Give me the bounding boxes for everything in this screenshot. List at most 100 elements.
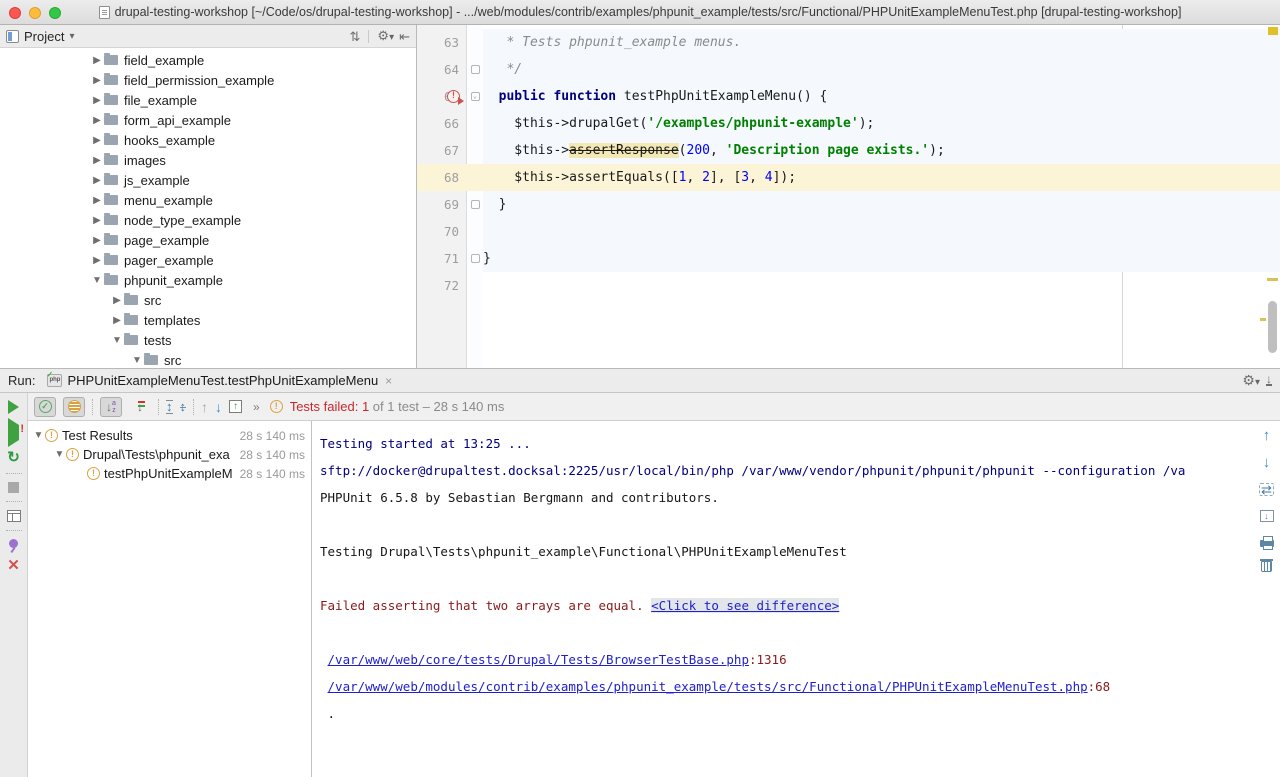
chevron-down-icon[interactable]: ▼ bbox=[32, 430, 45, 441]
chevron-right-icon[interactable]: ▶ bbox=[90, 135, 104, 146]
test-result-row[interactable]: !testPhpUnitExampleM28 s 140 ms bbox=[28, 464, 311, 483]
tree-item-js_example[interactable]: ▶js_example bbox=[0, 170, 416, 190]
test-failed-gutter-icon[interactable]: ! bbox=[447, 90, 460, 103]
previous-occurrence-icon[interactable]: ↑ bbox=[1263, 429, 1271, 442]
zoom-window-button[interactable] bbox=[49, 7, 61, 19]
chevron-right-icon[interactable]: ▶ bbox=[90, 175, 104, 186]
editor-line-70[interactable]: 70 bbox=[417, 218, 1280, 245]
rerun-button[interactable] bbox=[8, 400, 19, 414]
fold-end-icon[interactable] bbox=[471, 65, 480, 74]
warning-stripe-mark[interactable] bbox=[1267, 278, 1278, 281]
more-actions-icon[interactable]: » bbox=[253, 400, 259, 414]
test-console[interactable]: Testing started at 13:25 ...sftp://docke… bbox=[312, 421, 1253, 777]
inspection-indicator-icon[interactable] bbox=[1268, 27, 1278, 35]
show-ignored-toggle[interactable] bbox=[63, 397, 85, 417]
editor-line-64[interactable]: 64 */ bbox=[417, 56, 1280, 83]
tree-item-file_example[interactable]: ▶file_example bbox=[0, 90, 416, 110]
chevron-right-icon[interactable]: ▶ bbox=[90, 255, 104, 266]
editor-scrollbar-thumb[interactable] bbox=[1268, 301, 1277, 353]
print-icon[interactable] bbox=[1260, 540, 1274, 547]
toggle-auto-test-icon[interactable]: ↻ bbox=[7, 451, 20, 465]
import-test-results-icon[interactable]: ↑ bbox=[229, 400, 242, 413]
collapse-all-icon[interactable]: ⇅ bbox=[350, 30, 361, 43]
console-line: /var/www/web/modules/contrib/examples/ph… bbox=[320, 673, 1253, 700]
rerun-failed-tests-button[interactable]: ! bbox=[8, 425, 19, 440]
gear-icon[interactable]: ⚙▾ bbox=[377, 29, 394, 44]
chevron-down-icon[interactable]: ▼ bbox=[90, 275, 104, 286]
minimize-window-button[interactable] bbox=[29, 7, 41, 19]
tree-item-form_api_example[interactable]: ▶form_api_example bbox=[0, 110, 416, 130]
close-tab-icon[interactable]: × bbox=[385, 374, 392, 388]
editor-line-72[interactable]: 72 bbox=[417, 272, 1280, 299]
console-link[interactable]: /var/www/web/core/tests/Drupal/Tests/Bro… bbox=[328, 652, 749, 667]
tree-item-templates[interactable]: ▶templates bbox=[0, 310, 416, 330]
chevron-right-icon[interactable]: ▶ bbox=[90, 115, 104, 126]
chevron-right-icon[interactable]: ▶ bbox=[90, 235, 104, 246]
close-panel-icon[interactable]: ✕ bbox=[7, 559, 20, 572]
soft-wrap-icon[interactable]: ⇄ bbox=[1259, 483, 1274, 496]
restore-layout-icon[interactable] bbox=[7, 510, 21, 522]
sort-by-duration-toggle[interactable]: ↓ bbox=[129, 397, 151, 417]
editor-line-68[interactable]: 68 $this->assertEquals([1, 2], [3, 4]); bbox=[417, 164, 1280, 191]
tree-item-phpunit_example[interactable]: ▼phpunit_example bbox=[0, 270, 416, 290]
chevron-right-icon[interactable]: ▶ bbox=[90, 75, 104, 86]
chevron-down-icon[interactable]: ▼ bbox=[110, 335, 124, 346]
tree-item-label: src bbox=[164, 353, 181, 368]
run-tab[interactable]: php PHPUnitExampleMenuTest.testPhpUnitEx… bbox=[41, 371, 398, 390]
test-failed-icon: ! bbox=[45, 429, 58, 442]
macos-traffic-lights[interactable] bbox=[9, 7, 61, 19]
editor-line-65[interactable]: 65!⌄ public function testPhpUnitExampleM… bbox=[417, 83, 1280, 110]
tree-item-field_example[interactable]: ▶field_example bbox=[0, 50, 416, 70]
test-result-row[interactable]: ▼!Drupal\Tests\phpunit_exa28 s 140 ms bbox=[28, 445, 311, 464]
editor-line-67[interactable]: 67 $this->assertResponse(200, 'Descripti… bbox=[417, 137, 1280, 164]
tree-item-src[interactable]: ▶src bbox=[0, 290, 416, 310]
editor-line-63[interactable]: 63 * Tests phpunit_example menus. bbox=[417, 29, 1280, 56]
fold-end-icon[interactable] bbox=[471, 254, 480, 263]
tree-item-images[interactable]: ▶images bbox=[0, 150, 416, 170]
show-passed-toggle[interactable]: ✓ bbox=[34, 397, 56, 417]
tree-item-hooks_example[interactable]: ▶hooks_example bbox=[0, 130, 416, 150]
console-link[interactable]: /var/www/web/modules/contrib/examples/ph… bbox=[328, 679, 1088, 694]
chevron-right-icon[interactable]: ▶ bbox=[90, 195, 104, 206]
project-view-dropdown[interactable]: ▾ bbox=[69, 31, 74, 42]
tree-item-node_type_example[interactable]: ▶node_type_example bbox=[0, 210, 416, 230]
console-line: /var/www/web/core/tests/Drupal/Tests/Bro… bbox=[320, 646, 1253, 673]
close-window-button[interactable] bbox=[9, 7, 21, 19]
chevron-right-icon[interactable]: ▶ bbox=[90, 55, 104, 66]
editor-line-66[interactable]: 66 $this->drupalGet('/examples/phpunit-e… bbox=[417, 110, 1280, 137]
tree-item-page_example[interactable]: ▶page_example bbox=[0, 230, 416, 250]
previous-failed-test-icon[interactable]: ↑ bbox=[201, 399, 208, 415]
pin-tab-icon[interactable] bbox=[9, 539, 18, 548]
next-failed-test-icon[interactable]: ↓ bbox=[215, 399, 222, 415]
test-result-row[interactable]: ▼!Test Results28 s 140 ms bbox=[28, 426, 311, 445]
clear-all-icon[interactable] bbox=[1261, 561, 1272, 572]
minimize-panel-icon[interactable]: ↓ bbox=[1266, 375, 1272, 386]
run-settings-gear-icon[interactable]: ⚙▾ bbox=[1242, 372, 1260, 389]
editor-line-71[interactable]: 71} bbox=[417, 245, 1280, 272]
chevron-right-icon[interactable]: ▶ bbox=[110, 295, 124, 306]
chevron-down-icon[interactable]: ▼ bbox=[130, 355, 144, 366]
sort-alphabetically-toggle[interactable]: ↓az bbox=[100, 397, 122, 417]
scroll-to-end-icon[interactable]: ↓ bbox=[1260, 510, 1274, 522]
tree-item-src[interactable]: ▼ src bbox=[0, 350, 416, 368]
collapse-all-icon[interactable]: ↕ bbox=[180, 401, 187, 413]
tree-item-field_permission_example[interactable]: ▶field_permission_example bbox=[0, 70, 416, 90]
editor-line-69[interactable]: 69 } bbox=[417, 191, 1280, 218]
tree-item-pager_example[interactable]: ▶pager_example bbox=[0, 250, 416, 270]
chevron-right-icon[interactable]: ▶ bbox=[90, 95, 104, 106]
chevron-right-icon[interactable]: ▶ bbox=[90, 215, 104, 226]
chevron-down-icon[interactable]: ▼ bbox=[53, 449, 66, 460]
editor[interactable]: 63 * Tests phpunit_example menus.64 */65… bbox=[417, 25, 1280, 368]
fold-open-icon[interactable]: ⌄ bbox=[471, 92, 480, 101]
warning-stripe-mark[interactable] bbox=[1260, 318, 1266, 321]
hide-panel-icon[interactable]: ⇤ bbox=[399, 30, 410, 43]
tree-item-tests[interactable]: ▼tests bbox=[0, 330, 416, 350]
expand-all-icon[interactable]: ↕ bbox=[166, 400, 173, 414]
console-link[interactable]: <Click to see difference> bbox=[651, 598, 839, 613]
next-occurrence-icon[interactable]: ↓ bbox=[1263, 456, 1271, 469]
tree-item-menu_example[interactable]: ▶menu_example bbox=[0, 190, 416, 210]
chevron-right-icon[interactable]: ▶ bbox=[110, 315, 124, 326]
fold-end-icon[interactable] bbox=[471, 200, 480, 209]
stop-button[interactable] bbox=[8, 482, 19, 493]
chevron-right-icon[interactable]: ▶ bbox=[90, 155, 104, 166]
